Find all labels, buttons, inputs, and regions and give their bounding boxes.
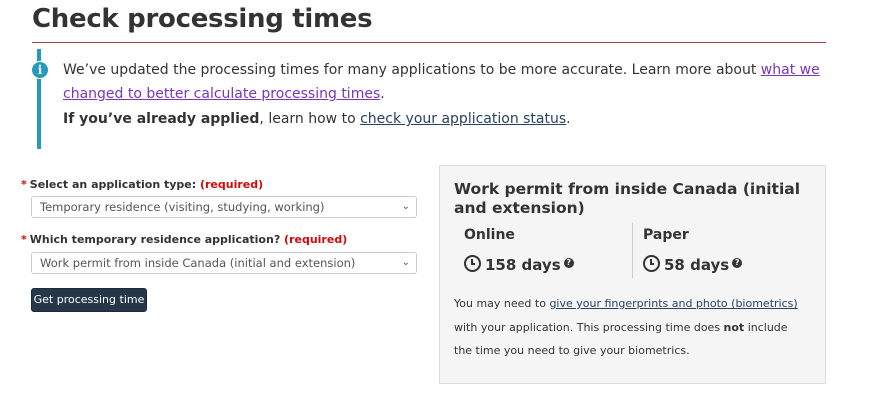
paper-label: Paper <box>643 227 689 243</box>
chevron-down-icon: ⌄ <box>401 257 410 268</box>
help-icon[interactable]: ? <box>563 258 574 268</box>
note-bold: not <box>723 321 745 334</box>
online-time: 158 days? <box>464 255 574 274</box>
column-divider <box>632 223 633 278</box>
result-panel: Work permit from inside Canada (initial … <box>439 165 826 384</box>
residence-application-select[interactable]: Work permit from inside Canada (initial … <box>31 252 417 274</box>
biometrics-note-line-1: You may need to give your fingerprints a… <box>454 297 798 310</box>
residence-application-value: Work permit from inside Canada (initial … <box>40 256 356 270</box>
what-changed-link-continued[interactable]: changed to better calculate processing t… <box>63 86 380 102</box>
what-changed-link[interactable]: what we <box>761 62 820 78</box>
note-text: include <box>744 321 788 334</box>
note-text: with your application. This processing t… <box>454 321 724 334</box>
already-applied-text: If you’ve already applied <box>63 111 260 127</box>
chevron-down-icon: ⌄ <box>401 201 410 212</box>
application-type-label: * Select an application type: (required) <box>21 178 263 191</box>
required-marker: * <box>21 178 27 191</box>
application-type-value: Temporary residence (visiting, studying,… <box>40 200 325 214</box>
alert-line-2: changed to better calculate processing t… <box>63 86 385 102</box>
required-text: (required) <box>284 233 348 246</box>
info-icon: i <box>31 61 49 79</box>
alert-text-2: , learn how to <box>259 111 361 127</box>
online-days: 158 days <box>485 256 561 274</box>
paper-time: 58 days? <box>643 255 743 274</box>
alert-line-1: We’ve updated the processing times for m… <box>63 62 820 78</box>
result-title: Work permit from inside Canada (initial … <box>454 180 801 217</box>
application-status-link[interactable]: check your application status <box>360 111 566 127</box>
alert-period: . <box>380 86 385 102</box>
alert-line-3: If you’ve already applied, learn how to … <box>63 111 571 127</box>
residence-application-label-text: Which temporary residence application? <box>29 233 281 246</box>
biometrics-link[interactable]: give your fingerprints and photo (biomet… <box>549 297 797 310</box>
alert-text: We’ve updated the processing times for m… <box>63 62 761 78</box>
residence-application-label: * Which temporary residence application? … <box>21 233 347 246</box>
help-icon[interactable]: ? <box>732 258 743 268</box>
required-text: (required) <box>199 178 264 191</box>
title-divider <box>32 42 826 43</box>
biometrics-note-line-3: the time you need to give your biometric… <box>454 344 690 357</box>
get-processing-time-button[interactable]: Get processing time <box>31 288 147 312</box>
application-type-select[interactable]: Temporary residence (visiting, studying,… <box>31 196 417 218</box>
application-type-label-text: Select an application type: <box>29 178 197 191</box>
clock-icon <box>464 255 481 272</box>
page-title: Check processing times <box>32 4 373 34</box>
note-text: You may need to <box>454 297 550 310</box>
required-marker: * <box>21 233 27 246</box>
biometrics-note-line-2: with your application. This processing t… <box>454 321 788 334</box>
online-label: Online <box>464 227 515 243</box>
paper-days: 58 days <box>664 256 730 274</box>
alert-period-2: . <box>566 111 571 127</box>
clock-icon <box>643 255 660 272</box>
